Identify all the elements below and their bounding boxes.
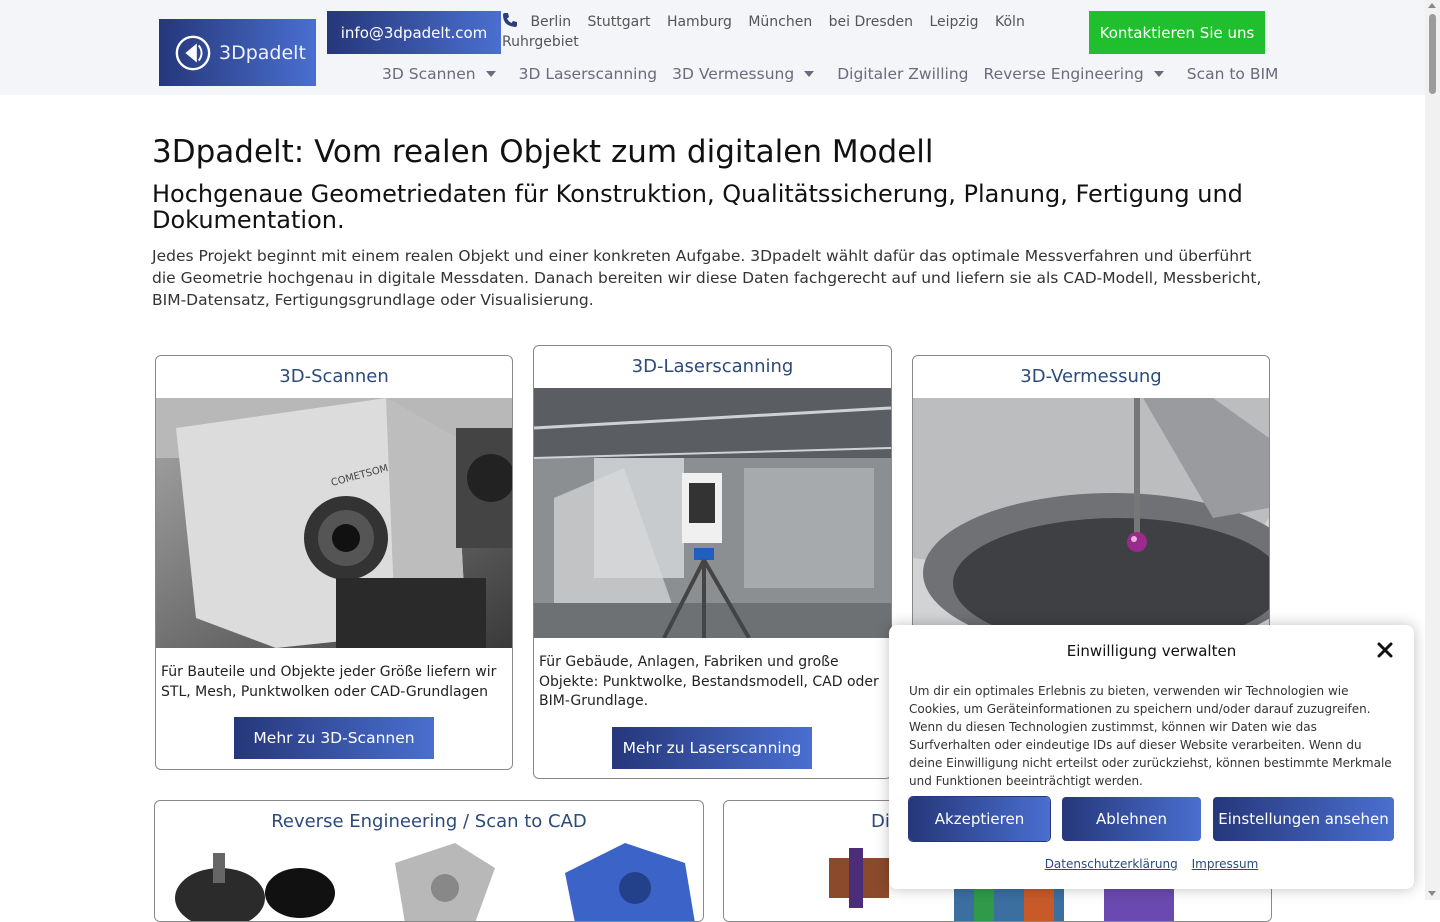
city-leipzig[interactable]: Leipzig <box>929 14 978 30</box>
location-list: Berlin Stuttgart Hamburg München bei Dre… <box>502 12 1042 52</box>
card-image-laserscanner[interactable] <box>534 388 891 638</box>
consent-title: Einwilligung verwalten <box>1066 642 1237 660</box>
nav-3d-laserscanning[interactable]: 3D Laserscanning <box>519 62 658 86</box>
card-image-scanner[interactable]: COMETSOM <box>156 398 512 648</box>
card-description: Für Gebäude, Anlagen, Fabriken und große… <box>539 654 879 709</box>
nav-scan-to-bim[interactable]: Scan to BIM <box>1187 62 1279 86</box>
scrollbar-thumb[interactable] <box>1429 14 1436 94</box>
card-title-text: Di <box>871 811 890 832</box>
card-3d-laserscanning: 3D-Laserscanning Für Gebäude, Anlagen, F… <box>533 345 892 779</box>
cookie-consent-dialog: Einwilligung verwalten Um dir ein optima… <box>889 625 1414 889</box>
nav-label: Reverse Engineering <box>983 65 1144 83</box>
city-dresden[interactable]: bei Dresden <box>829 14 913 30</box>
email-button[interactable]: info@3dpadelt.com <box>327 11 501 54</box>
city-hamburg[interactable]: Hamburg <box>667 14 732 30</box>
scroll-down-icon[interactable] <box>1428 891 1436 896</box>
city-muenchen[interactable]: München <box>748 14 812 30</box>
card-title[interactable]: 3D-Vermessung <box>913 356 1269 398</box>
phone-icon <box>503 13 517 27</box>
nav-digitaler-zwilling[interactable]: Digitaler Zwilling <box>837 62 968 86</box>
nav-label: 3D Scannen <box>382 65 476 83</box>
city-ruhrgebiet[interactable]: Ruhrgebiet <box>502 34 579 50</box>
imprint-link[interactable]: Impressum <box>1192 857 1259 871</box>
intro-text: Jedes Projekt beginnt mit einem realen O… <box>152 247 1262 309</box>
city-berlin[interactable]: Berlin <box>530 14 571 30</box>
privacy-policy-link[interactable]: Datenschutzerklärung <box>1045 857 1178 871</box>
consent-links: Datenschutzerklärung Impressum <box>889 857 1414 871</box>
accept-button[interactable]: Akzeptieren <box>909 797 1050 841</box>
card-reverse-engineering: Reverse Engineering / Scan to CAD <box>154 800 704 922</box>
close-icon[interactable] <box>1377 642 1393 658</box>
caret-down-icon[interactable] <box>485 71 496 77</box>
nav-label: 3D Laserscanning <box>518 65 658 83</box>
reject-button[interactable]: Ablehnen <box>1062 797 1201 841</box>
logo-text: 3Dpadelt <box>219 41 306 64</box>
city-stuttgart[interactable]: Stuttgart <box>588 14 651 30</box>
page-subtitle: Hochgenaue Geometriedaten für Konstrukti… <box>152 180 1243 234</box>
caret-down-icon[interactable] <box>1153 71 1164 77</box>
card-description: Für Bauteile und Objekte jeder Größe lie… <box>161 664 497 700</box>
card-title[interactable]: Reverse Engineering / Scan to CAD <box>155 801 703 843</box>
card-image-parts[interactable] <box>155 843 703 921</box>
main-nav: 3D Scannen 3D Laserscanning 3D Vermessun… <box>382 62 1293 86</box>
consent-text: Um dir ein optimales Erlebnis zu bieten,… <box>909 684 1392 788</box>
logo-icon <box>175 35 211 70</box>
city-koeln[interactable]: Köln <box>995 14 1025 30</box>
more-laserscanning-button[interactable]: Mehr zu Laserscanning <box>612 727 812 769</box>
card-3d-vermessung: 3D-Vermessung <box>912 355 1270 657</box>
site-header: 3Dpadelt info@3dpadelt.com Berlin Stuttg… <box>0 0 1425 95</box>
card-3d-scannen: 3D-Scannen COMETSOM Für Bauteile und Obj… <box>155 355 513 770</box>
nav-3d-vermessung[interactable]: 3D Vermessung <box>672 62 822 86</box>
logo[interactable]: 3Dpadelt <box>159 19 316 86</box>
contact-button[interactable]: Kontaktieren Sie uns <box>1089 11 1265 54</box>
card-title[interactable]: 3D-Scannen <box>156 356 512 398</box>
card-title[interactable]: 3D-Laserscanning <box>534 346 891 388</box>
page-title: 3Dpadelt: Vom realen Objekt zum digitale… <box>152 134 934 170</box>
card-image-probe[interactable] <box>913 398 1269 656</box>
caret-down-icon[interactable] <box>804 71 815 77</box>
nav-3d-scannen[interactable]: 3D Scannen <box>382 62 504 86</box>
more-3d-scannen-button[interactable]: Mehr zu 3D-Scannen <box>234 717 434 759</box>
nav-label: Scan to BIM <box>1186 65 1279 83</box>
nav-label: 3D Vermessung <box>672 65 795 83</box>
nav-reverse-engineering[interactable]: Reverse Engineering <box>984 62 1172 86</box>
nav-label: Digitaler Zwilling <box>837 65 969 83</box>
scroll-up-icon[interactable] <box>1428 3 1436 8</box>
page-scrollbar[interactable] <box>1425 0 1440 900</box>
view-settings-button[interactable]: Einstellungen ansehen <box>1213 797 1394 841</box>
